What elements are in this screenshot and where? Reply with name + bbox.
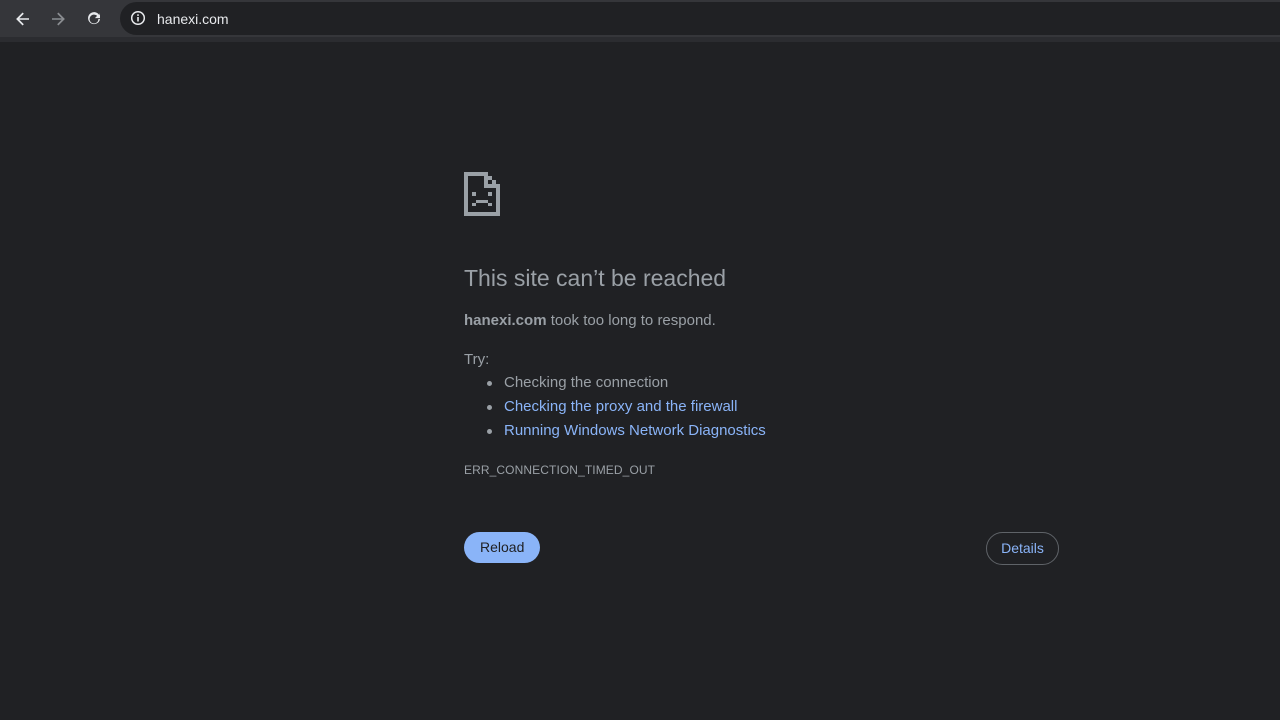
error-message: took too long to respond. xyxy=(546,312,716,329)
reload-page-button[interactable] xyxy=(79,4,109,34)
sad-page-icon xyxy=(464,172,500,216)
try-label: Try: xyxy=(464,351,490,368)
info-icon xyxy=(130,10,146,26)
details-button[interactable]: Details xyxy=(986,532,1059,565)
error-code: ERR_CONNECTION_TIMED_OUT xyxy=(464,463,656,477)
back-arrow-icon xyxy=(16,12,29,26)
suggestion-network-diagnostics-link[interactable]: Running Windows Network Diagnostics xyxy=(464,421,766,445)
host-name: hanexi.com xyxy=(464,312,547,329)
site-info-button[interactable] xyxy=(124,4,152,32)
url-text[interactable]: hanexi.com xyxy=(157,11,229,27)
page-title: This site can’t be reached xyxy=(464,265,727,291)
suggestion-check-proxy-link[interactable]: Checking the proxy and the firewall xyxy=(464,397,766,421)
reload-button[interactable]: Reload xyxy=(464,532,541,563)
back-button[interactable] xyxy=(8,4,38,34)
reload-icon xyxy=(88,12,100,25)
address-bar[interactable]: hanexi.com xyxy=(120,2,1280,35)
forward-button[interactable] xyxy=(43,4,73,34)
error-summary: hanexi.com took too long to respond. xyxy=(464,311,716,331)
suggestions-list: Checking the connection Checking the pro… xyxy=(464,373,766,445)
suggestion-check-connection: Checking the connection xyxy=(464,373,766,397)
forward-arrow-icon xyxy=(52,12,65,26)
browser-toolbar: hanexi.com xyxy=(0,0,1280,42)
